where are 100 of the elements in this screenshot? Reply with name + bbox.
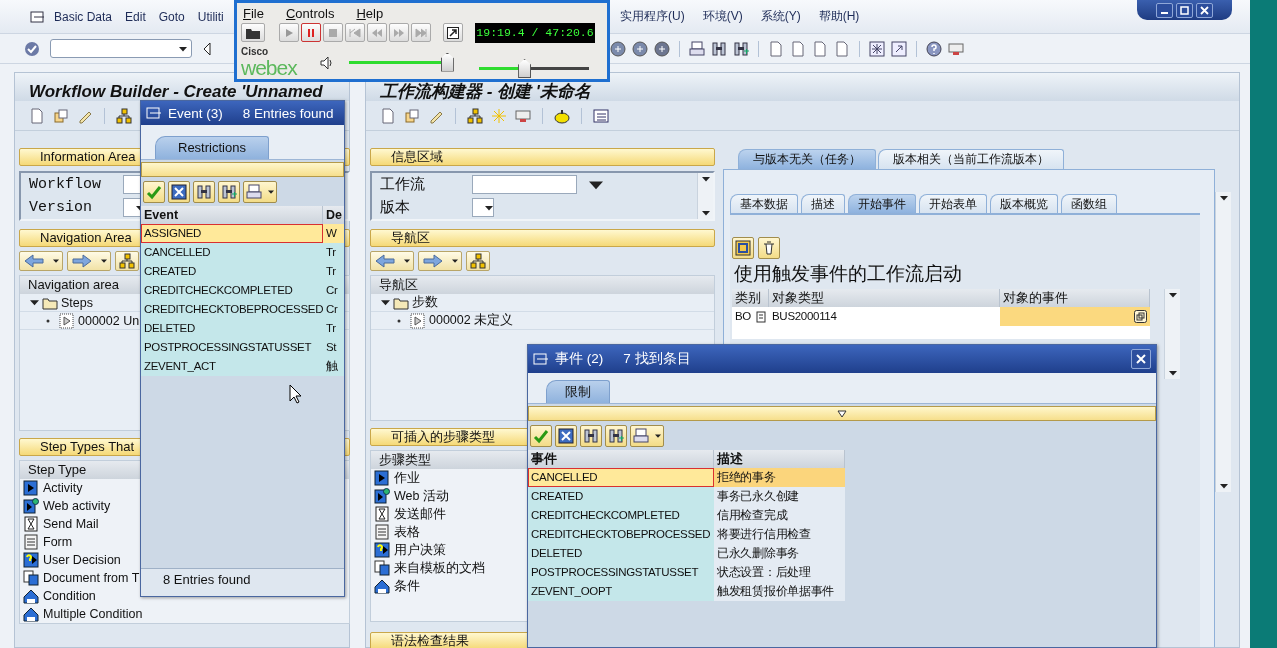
table-cell[interactable]: CREDITCHECKTOBEPROCESSED: [141, 300, 323, 319]
table-cell[interactable]: 拒绝的事务: [714, 468, 845, 487]
step-type-item[interactable]: 用户决策: [394, 541, 446, 559]
table-cell[interactable]: ZEVENT_OOPT: [528, 582, 714, 601]
menu-item[interactable]: Edit: [125, 9, 146, 24]
table-cell[interactable]: ASSIGNED: [141, 224, 323, 243]
tree-item[interactable]: 000002 未定义: [429, 312, 514, 329]
tab[interactable]: 版本概览: [990, 194, 1058, 213]
table-cell[interactable]: 事务已永久创建: [714, 487, 845, 506]
minimize-button[interactable]: [1156, 2, 1173, 18]
slider-thumb[interactable]: [440, 52, 454, 72]
table-cell[interactable]: CREATED: [141, 262, 323, 281]
menu-item[interactable]: File: [243, 5, 264, 21]
maximize-button[interactable]: [1176, 2, 1193, 18]
area-header[interactable]: 导航区: [370, 229, 715, 247]
collapse-icon[interactable]: [381, 298, 390, 307]
collapse-icon[interactable]: [30, 298, 39, 307]
scrollbar[interactable]: [1215, 192, 1231, 492]
tab[interactable]: 版本相关（当前工作流版本）: [878, 149, 1064, 169]
print-button[interactable]: [243, 181, 277, 203]
tree-item[interactable]: 000002 Un: [78, 313, 140, 328]
step-type-item[interactable]: Send Mail: [43, 517, 99, 531]
back-triangle-icon[interactable]: [202, 40, 212, 57]
table-cell[interactable]: CANCELLED: [528, 468, 714, 487]
fullscreen-button[interactable]: [443, 23, 463, 42]
table-cell[interactable]: Tr: [323, 319, 344, 338]
table-cell[interactable]: DELETED: [141, 319, 323, 338]
table-cell[interactable]: CREDITCHECKCOMPLETED: [141, 281, 323, 300]
binoculars-icon[interactable]: [711, 40, 727, 57]
close-button[interactable]: [1196, 2, 1213, 18]
open-button[interactable]: [241, 23, 265, 42]
step-type-item[interactable]: Web 活动: [394, 487, 449, 505]
scrollbar[interactable]: [1164, 289, 1180, 379]
menu-item[interactable]: 实用程序(U): [620, 8, 685, 25]
command-field[interactable]: [50, 39, 192, 58]
table-cell[interactable]: CREATED: [528, 487, 714, 506]
pause-button[interactable]: [301, 23, 321, 42]
input-field[interactable]: [1000, 307, 1150, 326]
print-button[interactable]: [630, 425, 664, 447]
step-type-item[interactable]: 来自模板的文档: [394, 559, 485, 577]
first-page-icon[interactable]: [768, 40, 784, 57]
tab[interactable]: 开始表单: [919, 194, 987, 213]
tab[interactable]: 与版本无关（任务）: [738, 149, 876, 169]
tab[interactable]: 限制: [546, 380, 610, 403]
step-type-item[interactable]: 作业: [394, 469, 420, 487]
table-cell[interactable]: ZEVENT_ACT: [141, 357, 323, 376]
table-cell[interactable]: 触: [323, 357, 344, 376]
table-cell[interactable]: 触发租赁报价单据事件: [714, 582, 845, 601]
dropdown-field[interactable]: [472, 198, 494, 217]
step-type-item[interactable]: Web activity: [43, 499, 111, 513]
back-button[interactable]: [370, 251, 414, 271]
tree-item[interactable]: Steps: [61, 295, 93, 310]
value-help-icon[interactable]: [1134, 310, 1147, 323]
tab[interactable]: Restrictions: [155, 136, 269, 159]
print-icon[interactable]: [689, 40, 705, 57]
page-icon[interactable]: [29, 107, 45, 124]
menu-item[interactable]: 系统(Y): [760, 8, 801, 25]
tab[interactable]: 描述: [801, 194, 845, 213]
table-cell[interactable]: 将要进行信用检查: [714, 525, 845, 544]
step-type-item[interactable]: Document from T: [43, 571, 140, 585]
play-button[interactable]: [279, 23, 299, 42]
menu-item[interactable]: Goto: [158, 9, 185, 24]
table-cell[interactable]: 已永久删除事务: [714, 544, 845, 563]
forward-button[interactable]: [418, 251, 462, 271]
table-cell[interactable]: POSTPROCESSINGSTATUSSET: [528, 563, 714, 582]
hierarchy-icon[interactable]: [116, 107, 132, 124]
page-icon[interactable]: [380, 107, 396, 124]
grid-window-icon[interactable]: [869, 40, 885, 57]
tab[interactable]: 函数组: [1061, 194, 1117, 213]
table-cell[interactable]: CREDITCHECKTOBEPROCESSED: [528, 525, 714, 544]
menu-item[interactable]: 环境(V): [702, 8, 743, 25]
table-cell[interactable]: Cr: [323, 300, 344, 319]
hierarchy-icon[interactable]: [467, 107, 483, 124]
table-cell[interactable]: 信用检查完成: [714, 506, 845, 525]
menu-item[interactable]: Basic Data: [54, 9, 113, 24]
print-icon[interactable]: [246, 184, 262, 200]
menu-item[interactable]: Controls: [285, 5, 335, 21]
step-type-item[interactable]: User Decision: [43, 553, 121, 567]
menu-icon[interactable]: [30, 8, 46, 25]
area-header[interactable]: 信息区域: [370, 148, 715, 166]
menu-item[interactable]: 帮助(H): [818, 8, 860, 25]
step-type-item[interactable]: Condition: [43, 589, 96, 603]
copy-icon[interactable]: [53, 107, 69, 124]
table-cell[interactable]: Cr: [323, 281, 344, 300]
back-button[interactable]: [19, 251, 63, 271]
step-type-item[interactable]: Multiple Condition: [43, 607, 143, 621]
table-cell[interactable]: CREDITCHECKCOMPLETED: [528, 506, 714, 525]
step-type-item[interactable]: 条件: [394, 577, 420, 595]
step-type-item[interactable]: 发送邮件: [394, 505, 446, 523]
tab[interactable]: 开始事件: [848, 194, 916, 213]
table-cell[interactable]: 状态设置：后处理: [714, 563, 845, 582]
table-cell[interactable]: POSTPROCESSINGSTATUSSET: [141, 338, 323, 357]
input-field[interactable]: [472, 175, 577, 194]
step-type-item[interactable]: 表格: [394, 523, 420, 541]
previous-page-icon[interactable]: [790, 40, 806, 57]
menu-item[interactable]: Utiliti: [197, 9, 224, 24]
tree-item[interactable]: 步数: [412, 294, 438, 311]
table-cell[interactable]: Tr: [323, 243, 344, 262]
menu-item[interactable]: Help: [356, 5, 384, 21]
next-page-icon[interactable]: [812, 40, 828, 57]
